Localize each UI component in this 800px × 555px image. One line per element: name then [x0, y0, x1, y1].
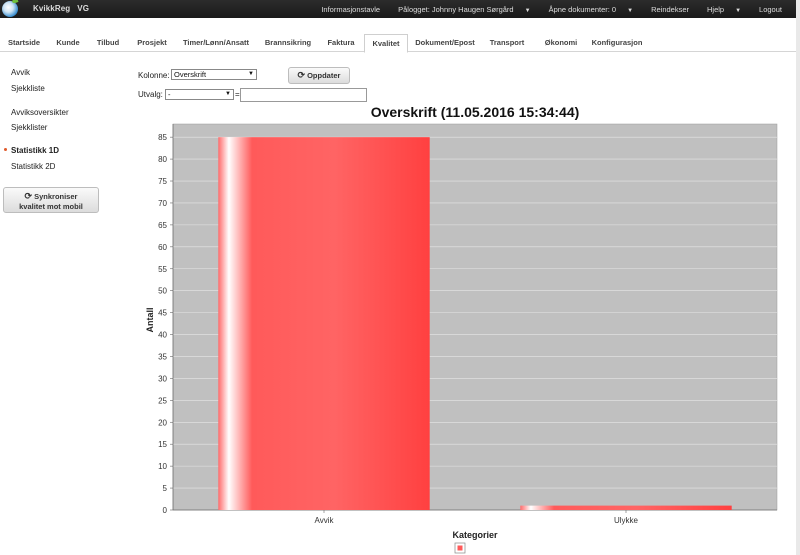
tab-transport[interactable]: Transport	[484, 34, 530, 52]
tab-prosjekt[interactable]: Prosjekt	[132, 34, 172, 52]
tab-label: Transport	[489, 38, 525, 47]
tab-label: Faktura	[327, 38, 355, 47]
y-tick-label: 15	[158, 440, 167, 449]
nav-help[interactable]: Hjelp ▼	[707, 5, 750, 14]
tab-label: Tilbud	[96, 38, 120, 47]
y-tick-label: 35	[158, 352, 167, 361]
bar-avvik	[218, 137, 430, 510]
kvikkreg-logo-icon[interactable]	[2, 1, 18, 17]
nav-label: Hjelp	[707, 4, 725, 14]
brand-name: KvikkReg	[33, 4, 71, 13]
sidebar-item-avvik[interactable]: Avvik	[11, 68, 30, 77]
nav-logout[interactable]: Logout	[759, 5, 791, 14]
top-bar: KvikkReg VG Informasjonstavle Pålogget: J…	[0, 0, 800, 18]
tab-okonomi[interactable]: Økonomi	[538, 34, 584, 52]
company-name: VG	[77, 4, 90, 13]
y-tick-label: 85	[158, 133, 167, 142]
kolonne-label: Kolonne:	[138, 71, 170, 80]
y-tick-label: 10	[158, 462, 167, 471]
y-tick-label: 60	[158, 243, 167, 252]
kolonne-select[interactable]: Overskrift ▼	[171, 69, 257, 80]
nav-reindekser[interactable]: Reindekser	[651, 5, 698, 14]
brand: KvikkReg VG	[33, 4, 89, 13]
bar-ulykke	[520, 505, 732, 510]
caret-down-icon: ▼	[627, 7, 634, 14]
top-nav: Informasjonstavle Pålogget: Johnny Hauge…	[321, 0, 800, 18]
statistics-chart: Overskrift (11.05.2016 15:34:44) 0 5 10 15 20…	[145, 104, 778, 554]
tab-kunde[interactable]: Kunde	[52, 34, 84, 52]
tab-label: Konfigurasjon	[591, 38, 643, 47]
nav-label: Pålogget: Johnny Haugen Sørgård	[398, 4, 514, 14]
tab-konfigurasjon[interactable]: Konfigurasjon	[588, 34, 646, 52]
tab-brannsikring[interactable]: Brannsikring	[260, 34, 316, 52]
kolonne-value: Overskrift	[174, 70, 207, 79]
nav-label: Informasjonstavle	[321, 4, 381, 14]
sidebar-item-sjekkliste[interactable]: Sjekkliste	[11, 84, 45, 93]
caret-down-icon: ▼	[735, 7, 742, 14]
sidebar-item-avviksoversikter[interactable]: Avviksoversikter	[11, 108, 69, 117]
nav-open-documents[interactable]: Åpne dokumenter: 0 ▼	[549, 5, 643, 14]
tab-startside[interactable]: Startside	[4, 34, 44, 52]
x-axis-label: Kategorier	[452, 530, 498, 540]
refresh-icon: ⟳	[297, 70, 306, 80]
sync-icon: ⟳	[24, 191, 33, 201]
tab-label: Prosjekt	[137, 38, 167, 47]
chart-title: Overskrift (11.05.2016 15:34:44)	[371, 104, 580, 120]
nav-informasjonstavle[interactable]: Informasjonstavle	[321, 5, 389, 14]
tab-dokument-epost[interactable]: Dokument/Epost	[414, 34, 476, 52]
y-tick-label: 40	[158, 331, 167, 340]
tab-label: Kvalitet	[372, 39, 400, 48]
sync-button-line1: Synkroniser	[34, 192, 78, 201]
x-tick-label: Avvik	[315, 516, 335, 525]
y-tick-label: 50	[158, 287, 167, 296]
tab-tilbud[interactable]: Tilbud	[92, 34, 124, 52]
y-tick-label: 45	[158, 309, 167, 318]
dropdown-arrow-icon: ▼	[248, 71, 254, 77]
tab-label: Dokument/Epost	[415, 38, 475, 47]
y-tick-label: 65	[158, 221, 167, 230]
y-tick-label: 55	[158, 265, 167, 274]
equals-sign: =	[235, 90, 240, 99]
sync-button-line2: kvalitet mot mobil	[19, 202, 83, 211]
tab-kvalitet[interactable]: Kvalitet	[364, 34, 408, 53]
sidebar-item-statistikk-1d[interactable]: Statistikk 1D	[11, 146, 59, 155]
y-tick-label: 80	[158, 155, 167, 164]
sync-quality-mobile-button[interactable]: ⟳ Synkroniser kvalitet mot mobil	[3, 187, 99, 213]
nav-label: Reindekser	[651, 4, 689, 14]
y-axis-label: Antall	[145, 307, 155, 332]
caret-down-icon: ▼	[524, 7, 531, 14]
x-tick-label: Ulykke	[614, 516, 639, 525]
nav-label: Logout	[759, 4, 782, 14]
nav-logged-in-user[interactable]: Pålogget: Johnny Haugen Sørgård ▼	[398, 5, 539, 14]
utvalg-value: -	[168, 90, 171, 99]
tab-label: Brannsikring	[264, 38, 312, 47]
y-tick-label: 30	[158, 374, 167, 383]
tab-label: Startside	[7, 38, 41, 47]
tab-label: Kunde	[56, 38, 80, 47]
scrollbar-edge	[796, 0, 800, 555]
sidebar-item-statistikk-2d[interactable]: Statistikk 2D	[11, 162, 55, 171]
tab-faktura[interactable]: Faktura	[322, 34, 360, 52]
main-tabs: Startside Kunde Tilbud Prosjekt Timer/Lø…	[0, 34, 800, 53]
y-tick-label: 70	[158, 199, 167, 208]
tab-label: Økonomi	[544, 38, 578, 47]
y-tick-label: 5	[163, 484, 168, 493]
y-tick-label: 0	[163, 506, 168, 515]
y-tick-label: 75	[158, 177, 167, 186]
utvalg-select[interactable]: - ▼	[165, 89, 234, 100]
utvalg-label: Utvalg:	[138, 90, 163, 99]
tab-label: Timer/Lønn/Ansatt	[182, 38, 250, 47]
sidebar-item-sjekklister[interactable]: Sjekklister	[11, 123, 47, 132]
dropdown-arrow-icon: ▼	[225, 91, 231, 97]
legend-swatch	[457, 545, 463, 551]
nav-label: Åpne dokumenter: 0	[548, 4, 617, 14]
y-tick-label: 20	[158, 418, 167, 427]
active-bullet-icon	[4, 148, 7, 151]
tab-timer-lonn-ansatt[interactable]: Timer/Lønn/Ansatt	[180, 34, 252, 52]
update-button[interactable]: ⟳ Oppdater	[288, 67, 350, 84]
update-button-label: Oppdater	[307, 71, 341, 80]
y-tick-label: 25	[158, 396, 167, 405]
